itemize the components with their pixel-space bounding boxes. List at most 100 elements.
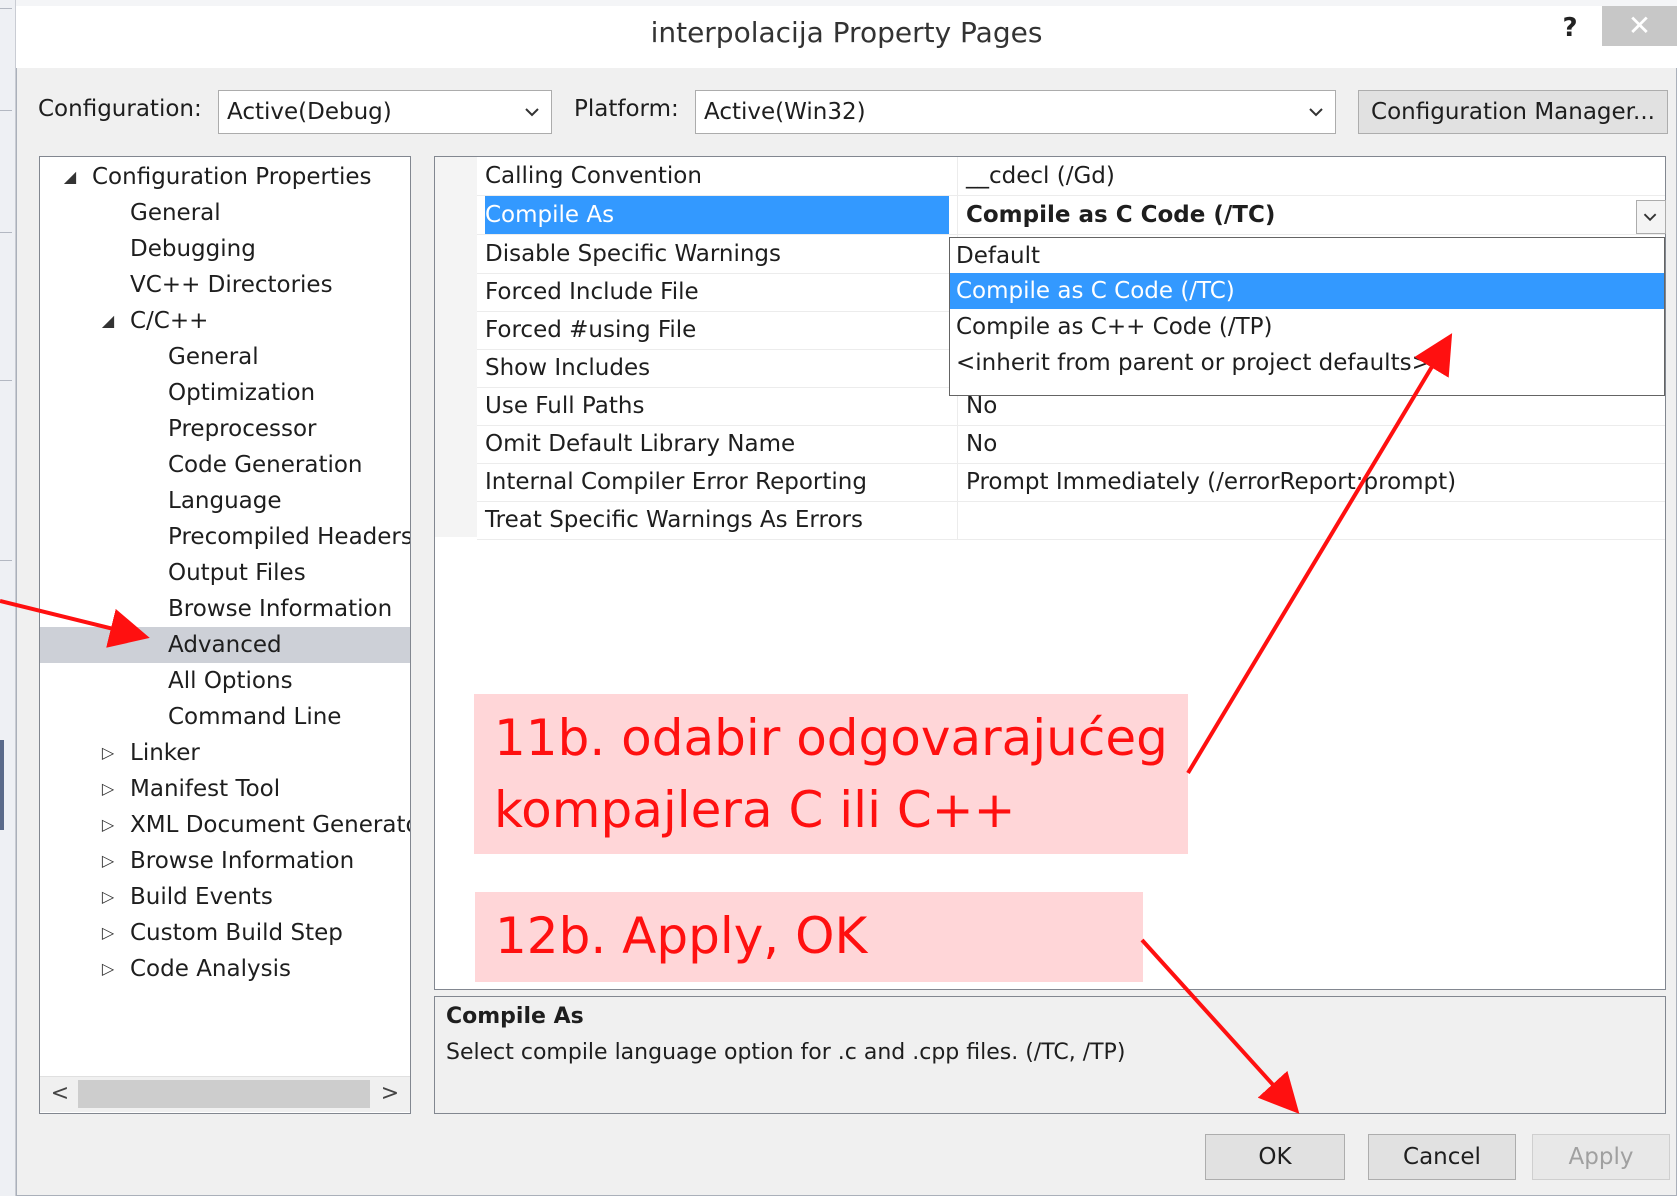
- configuration-value: Active(Debug): [227, 99, 392, 125]
- scroll-left-icon[interactable]: <: [42, 1076, 78, 1112]
- tree-item-configuration-properties[interactable]: ◢ Configuration Properties: [40, 159, 410, 195]
- tree-item-xml-document-generator[interactable]: ▷ XML Document Generator: [40, 807, 410, 843]
- tree-item-vc-directories[interactable]: VC++ Directories: [40, 267, 410, 303]
- dialog-title: interpolacija Property Pages: [650, 16, 1043, 49]
- scroll-right-icon[interactable]: >: [372, 1076, 408, 1112]
- tree-item-code-analysis[interactable]: ▷ Code Analysis: [40, 951, 410, 987]
- property-row-treat-specific-warnings-as-errors[interactable]: Treat Specific Warnings As Errors: [477, 501, 1665, 540]
- property-value[interactable]: Prompt Immediately (/errorReport:prompt): [957, 463, 1657, 501]
- description-title: Compile As: [446, 1004, 584, 1029]
- tree-item-label: Configuration Properties: [92, 164, 372, 190]
- expand-icon[interactable]: ▷: [98, 843, 118, 879]
- tree-item-command-line[interactable]: Command Line: [40, 699, 410, 735]
- expand-icon[interactable]: ▷: [98, 735, 118, 771]
- property-value[interactable]: __cdecl (/Gd): [957, 157, 1657, 195]
- annotation-12b: 12b. Apply, OK: [475, 892, 1143, 982]
- scrollbar-thumb[interactable]: [78, 1080, 370, 1108]
- tree-item-label: C/C++: [130, 308, 209, 334]
- tree-item-label: General: [168, 344, 259, 370]
- property-name: Show Includes: [485, 355, 651, 381]
- tree-item-label: Advanced: [168, 632, 282, 658]
- tree-item-language[interactable]: Language: [40, 483, 410, 519]
- property-row-omit-default-library-name[interactable]: Omit Default Library Name No: [477, 425, 1665, 464]
- tree-item-label: Code Analysis: [130, 956, 291, 982]
- tree-item-build-events[interactable]: ▷ Build Events: [40, 879, 410, 915]
- tree-item-label: General: [130, 200, 221, 226]
- expand-icon[interactable]: ▷: [98, 915, 118, 951]
- tree-item-browse-information[interactable]: Browse Information: [40, 591, 410, 627]
- expand-icon[interactable]: ▷: [98, 771, 118, 807]
- tree-item-linker[interactable]: ▷ Linker: [40, 735, 410, 771]
- tree-item-cpp-general[interactable]: General: [40, 339, 410, 375]
- tree-item-debugging[interactable]: Debugging: [40, 231, 410, 267]
- tree-item-label: Manifest Tool: [130, 776, 281, 802]
- close-button[interactable]: ✕: [1602, 6, 1677, 46]
- description-text: Select compile language option for .c an…: [446, 1040, 1126, 1065]
- tree-item-label: Build Events: [130, 884, 273, 910]
- property-value[interactable]: No: [957, 425, 1657, 463]
- property-name: Compile As: [485, 196, 949, 234]
- chevron-down-icon: [1643, 213, 1657, 222]
- property-row-calling-convention[interactable]: Calling Convention __cdecl (/Gd): [477, 157, 1665, 196]
- tree-item-label: All Options: [168, 668, 293, 694]
- property-row-compile-as[interactable]: Compile As Compile as C Code (/TC): [477, 196, 1665, 235]
- expand-icon[interactable]: ▷: [98, 807, 118, 843]
- property-name: Treat Specific Warnings As Errors: [485, 507, 863, 533]
- property-name: Calling Convention: [485, 163, 702, 189]
- tree-item-label: XML Document Generator: [130, 812, 411, 838]
- tree-item-manifest-tool[interactable]: ▷ Manifest Tool: [40, 771, 410, 807]
- chevron-down-icon: [1309, 108, 1323, 117]
- cancel-button[interactable]: Cancel: [1368, 1134, 1516, 1180]
- dropdown-option-inherit[interactable]: <inherit from parent or project defaults…: [950, 345, 1664, 381]
- tree-item-label: Browse Information: [168, 596, 393, 622]
- tree-item-label: Code Generation: [168, 452, 363, 478]
- platform-value: Active(Win32): [704, 99, 866, 125]
- annotation-11b: 11b. odabir odgovarajućeg kompajlera C i…: [474, 694, 1188, 854]
- property-value[interactable]: Compile as C Code (/TC): [957, 196, 1657, 234]
- collapse-icon[interactable]: ◢: [98, 303, 118, 339]
- property-name: Disable Specific Warnings: [485, 241, 782, 267]
- tree-item-c-cpp[interactable]: ◢ C/C++: [40, 303, 410, 339]
- tree-item-label: Custom Build Step: [130, 920, 343, 946]
- tree-item-all-options[interactable]: All Options: [40, 663, 410, 699]
- ok-button[interactable]: OK: [1205, 1134, 1345, 1180]
- expand-icon[interactable]: ▷: [98, 879, 118, 915]
- tree-item-optimization[interactable]: Optimization: [40, 375, 410, 411]
- platform-combo[interactable]: Active(Win32): [695, 90, 1336, 134]
- configuration-label: Configuration:: [38, 96, 202, 122]
- tree-item-code-generation[interactable]: Code Generation: [40, 447, 410, 483]
- expand-icon[interactable]: ▷: [98, 951, 118, 987]
- property-row-internal-compiler-error-reporting[interactable]: Internal Compiler Error Reporting Prompt…: [477, 463, 1665, 502]
- property-value[interactable]: [957, 501, 1657, 539]
- tree-item-label: Output Files: [168, 560, 306, 586]
- tree-item-browse-information-2[interactable]: ▷ Browse Information: [40, 843, 410, 879]
- tree-item-general[interactable]: General: [40, 195, 410, 231]
- property-tree: ◢ Configuration Properties General Debug…: [39, 156, 411, 1114]
- tree-item-advanced[interactable]: Advanced: [40, 627, 410, 663]
- help-button[interactable]: ?: [1550, 10, 1590, 46]
- annotation-11b-line2: kompajlera C ili C++: [494, 781, 1016, 839]
- grid-gutter: [435, 157, 477, 537]
- tree-item-label: Command Line: [168, 704, 342, 730]
- configuration-combo[interactable]: Active(Debug): [218, 90, 552, 134]
- chevron-down-icon: [525, 108, 539, 117]
- tree-item-label: Preprocessor: [168, 416, 317, 442]
- platform-label: Platform:: [574, 96, 679, 122]
- property-name: Use Full Paths: [485, 393, 645, 419]
- tree-item-output-files[interactable]: Output Files: [40, 555, 410, 591]
- dropdown-option-compile-as-c[interactable]: Compile as C Code (/TC): [950, 273, 1664, 309]
- tree-item-label: Browse Information: [130, 848, 355, 874]
- dropdown-option-compile-as-cpp[interactable]: Compile as C++ Code (/TP): [950, 309, 1664, 345]
- tree-item-label: Linker: [130, 740, 200, 766]
- collapse-icon[interactable]: ◢: [60, 159, 80, 195]
- value-dropdown-button[interactable]: [1636, 200, 1666, 234]
- property-name: Forced #using File: [485, 317, 697, 343]
- tree-item-label: VC++ Directories: [130, 272, 333, 298]
- dropdown-option-default[interactable]: Default: [950, 238, 1664, 274]
- tree-item-custom-build-step[interactable]: ▷ Custom Build Step: [40, 915, 410, 951]
- tree-item-label: Language: [168, 488, 282, 514]
- tree-item-precompiled-headers[interactable]: Precompiled Headers: [40, 519, 410, 555]
- apply-button[interactable]: Apply: [1532, 1134, 1670, 1180]
- tree-item-preprocessor[interactable]: Preprocessor: [40, 411, 410, 447]
- configuration-manager-button[interactable]: Configuration Manager...: [1358, 90, 1668, 134]
